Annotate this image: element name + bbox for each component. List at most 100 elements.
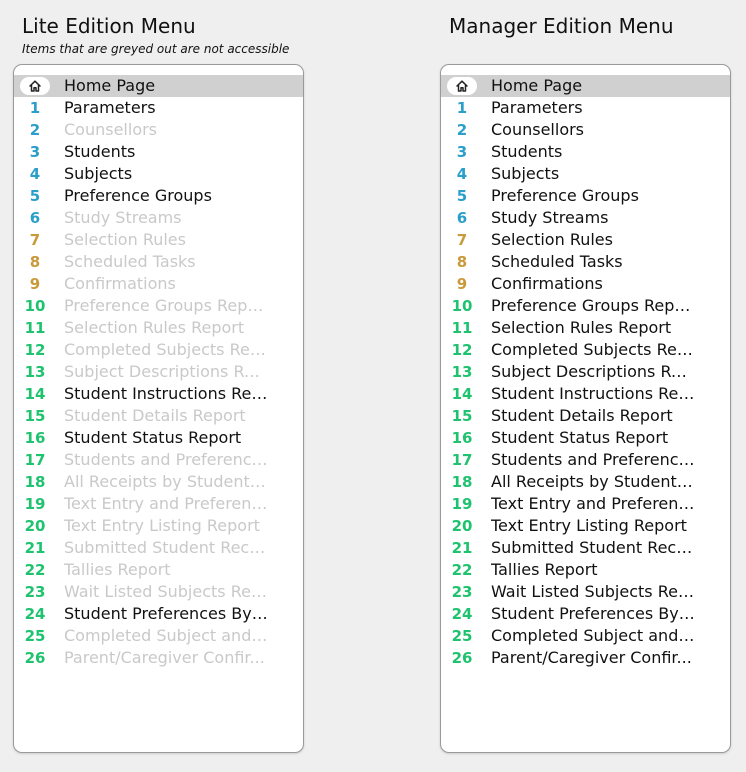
- menu-item-number: 6: [456, 209, 468, 227]
- menu-item-number: 12: [24, 341, 46, 359]
- menu-item-label: Wait Listed Subjects Rep...: [491, 582, 696, 601]
- lite-menu-item: 13 Subject Descriptions Rep...: [14, 361, 303, 383]
- menu-item-number: 10: [451, 297, 473, 315]
- lite-menu-item: 21 Submitted Student Recei...: [14, 537, 303, 559]
- lite-menu-item: 7 Selection Rules: [14, 229, 303, 251]
- menu-item-label: Completed Subject and P...: [491, 626, 696, 645]
- menu-item-label: Submitted Student Recei...: [491, 538, 696, 557]
- manager-menu-item[interactable]: 1 Parameters: [441, 97, 730, 119]
- lite-menu-item[interactable]: 5 Preference Groups: [14, 185, 303, 207]
- lite-menu-item: 22 Tallies Report: [14, 559, 303, 581]
- manager-menu-item[interactable]: 17 Students and Preference...: [441, 449, 730, 471]
- manager-menu-item[interactable]: 10 Preference Groups Report: [441, 295, 730, 317]
- manager-menu-item[interactable]: 19 Text Entry and Preferenc...: [441, 493, 730, 515]
- lite-menu-item: 6 Study Streams: [14, 207, 303, 229]
- manager-menu-item[interactable]: 26 Parent/Caregiver Confir...: [441, 647, 730, 669]
- manager-menu-item[interactable]: 22 Tallies Report: [441, 559, 730, 581]
- menu-item-number: 8: [29, 253, 41, 271]
- menu-item-label: Student Instructions Rep...: [491, 384, 696, 403]
- menu-item-label: Student Details Report: [64, 406, 246, 425]
- lite-menu-item: 25 Completed Subject and P...: [14, 625, 303, 647]
- menu-item-label: Parent/Caregiver Confir...: [491, 648, 692, 667]
- menu-item-number: 13: [24, 363, 46, 381]
- manager-menu-item[interactable]: 6 Study Streams: [441, 207, 730, 229]
- manager-menu-item[interactable]: 7 Selection Rules: [441, 229, 730, 251]
- menu-item-number: 11: [451, 319, 473, 337]
- menu-item-label: Preference Groups Report: [491, 296, 696, 315]
- menu-item-number: 5: [29, 187, 41, 205]
- menu-item-label: Scheduled Tasks: [491, 252, 623, 271]
- menu-item-number: 1: [456, 99, 468, 117]
- menu-item-number: 20: [24, 517, 46, 535]
- manager-menu-item[interactable]: 21 Submitted Student Recei...: [441, 537, 730, 559]
- lite-menu-item: 26 Parent/Caregiver Confir...: [14, 647, 303, 669]
- menu-item-label: Confirmations: [491, 274, 603, 293]
- manager-menu-item[interactable]: 4 Subjects: [441, 163, 730, 185]
- manager-menu-item-home[interactable]: Home Page: [441, 75, 730, 97]
- manager-menu-item[interactable]: 16 Student Status Report: [441, 427, 730, 449]
- menu-item-number: 19: [24, 495, 46, 513]
- manager-menu-item[interactable]: 3 Students: [441, 141, 730, 163]
- menu-item-label: Text Entry Listing Report: [64, 516, 260, 535]
- menu-item-number: 25: [24, 627, 46, 645]
- menu-item-number: 6: [29, 209, 41, 227]
- menu-item-number: 7: [29, 231, 41, 249]
- lite-menu-item[interactable]: 14 Student Instructions Rep...: [14, 383, 303, 405]
- menu-item-label: Students and Preference...: [491, 450, 696, 469]
- manager-menu-item[interactable]: 14 Student Instructions Rep...: [441, 383, 730, 405]
- menu-item-label: Subjects: [64, 164, 133, 183]
- menu-item-label: Students and Preference...: [64, 450, 269, 469]
- lite-menu-list: Home Page 1 Parameters 2 Counsellors 3 Studen…: [14, 75, 303, 669]
- manager-menu-item[interactable]: 23 Wait Listed Subjects Rep...: [441, 581, 730, 603]
- manager-menu-item[interactable]: 12 Completed Subjects Rep...: [441, 339, 730, 361]
- manager-menu-panel: Home Page 1 Parameters 2 Counsellors 3 Studen…: [440, 64, 731, 753]
- manager-menu-item[interactable]: 5 Preference Groups: [441, 185, 730, 207]
- manager-menu-item[interactable]: 11 Selection Rules Report: [441, 317, 730, 339]
- menu-item-number: 23: [24, 583, 46, 601]
- menu-item-number: 16: [24, 429, 46, 447]
- manager-menu-item[interactable]: 15 Student Details Report: [441, 405, 730, 427]
- menu-item-label: Preference Groups: [64, 186, 212, 205]
- menu-item-number: 14: [24, 385, 46, 403]
- menu-item-label: Student Instructions Rep...: [64, 384, 269, 403]
- manager-menu-item[interactable]: 18 All Receipts by Student R...: [441, 471, 730, 493]
- manager-menu-item[interactable]: 25 Completed Subject and P...: [441, 625, 730, 647]
- menu-item-label: Counsellors: [64, 120, 158, 139]
- lite-menu-item: 8 Scheduled Tasks: [14, 251, 303, 273]
- lite-menu-item[interactable]: 16 Student Status Report: [14, 427, 303, 449]
- menu-item-number: 4: [29, 165, 41, 183]
- lite-menu-item[interactable]: 24 Student Preferences By S...: [14, 603, 303, 625]
- menu-item-number: 24: [451, 605, 473, 623]
- lite-edition-title: Lite Edition Menu: [22, 14, 196, 38]
- lite-menu-item: 20 Text Entry Listing Report: [14, 515, 303, 537]
- menu-item-number: 26: [451, 649, 473, 667]
- manager-menu-item[interactable]: 8 Scheduled Tasks: [441, 251, 730, 273]
- menu-item-number: 3: [29, 143, 41, 161]
- menu-item-number: 24: [24, 605, 46, 623]
- lite-menu-item[interactable]: 3 Students: [14, 141, 303, 163]
- manager-menu-item[interactable]: 20 Text Entry Listing Report: [441, 515, 730, 537]
- menu-item-label: Text Entry Listing Report: [491, 516, 687, 535]
- menu-item-label: Subjects: [491, 164, 560, 183]
- lite-menu-item: 15 Student Details Report: [14, 405, 303, 427]
- menu-item-number: 8: [456, 253, 468, 271]
- menu-item-label: All Receipts by Student R...: [64, 472, 269, 491]
- lite-menu-panel: Home Page 1 Parameters 2 Counsellors 3 Studen…: [13, 64, 304, 753]
- menu-item-label: Text Entry and Preferenc...: [491, 494, 696, 513]
- menu-item-number: 20: [451, 517, 473, 535]
- menu-item-number: 9: [29, 275, 41, 293]
- manager-menu-item[interactable]: 13 Subject Descriptions Rep...: [441, 361, 730, 383]
- lite-menu-item-home[interactable]: Home Page: [14, 75, 303, 97]
- manager-menu-item[interactable]: 2 Counsellors: [441, 119, 730, 141]
- menu-item-label: Completed Subject and P...: [64, 626, 269, 645]
- menu-item-label: Study Streams: [64, 208, 182, 227]
- lite-menu-item[interactable]: 4 Subjects: [14, 163, 303, 185]
- lite-menu-item: 19 Text Entry and Preferenc...: [14, 493, 303, 515]
- manager-menu-item[interactable]: 9 Confirmations: [441, 273, 730, 295]
- lite-menu-item: 2 Counsellors: [14, 119, 303, 141]
- lite-edition-subtitle: Items that are greyed out are not access…: [22, 42, 290, 56]
- manager-menu-item[interactable]: 24 Student Preferences By S...: [441, 603, 730, 625]
- menu-item-number: 18: [24, 473, 46, 491]
- lite-menu-item[interactable]: 1 Parameters: [14, 97, 303, 119]
- menu-item-label: Tallies Report: [491, 560, 598, 579]
